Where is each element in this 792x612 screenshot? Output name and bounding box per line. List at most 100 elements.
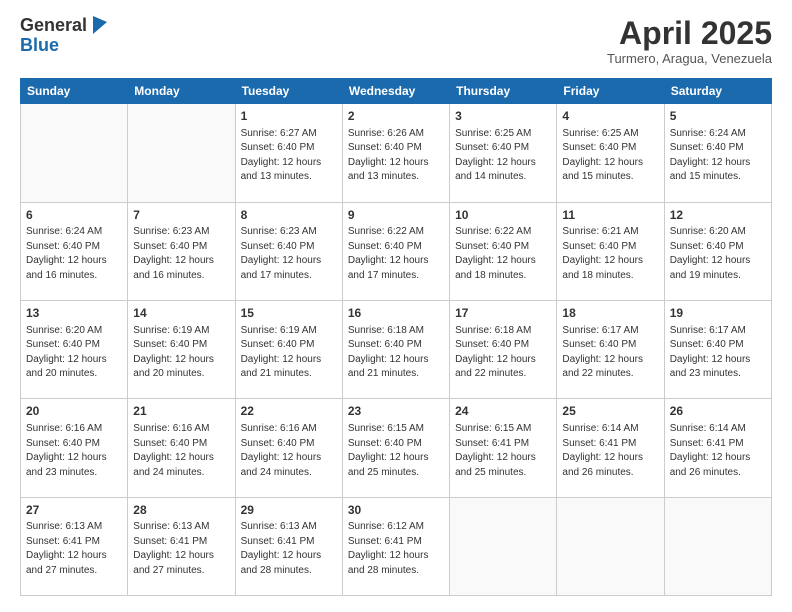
day-number: 18 (562, 305, 658, 322)
day-number: 9 (348, 207, 444, 224)
day-info: Sunrise: 6:19 AMSunset: 6:40 PMDaylight:… (133, 324, 229, 382)
col-saturday: Saturday (664, 79, 771, 104)
table-row: 4Sunrise: 6:25 AMSunset: 6:40 PMDaylight… (557, 104, 664, 202)
day-info: Sunrise: 6:26 AMSunset: 6:40 PMDaylight:… (348, 127, 444, 185)
col-monday: Monday (128, 79, 235, 104)
day-info: Sunrise: 6:22 AMSunset: 6:40 PMDaylight:… (455, 225, 551, 283)
table-row (557, 497, 664, 595)
table-row: 27Sunrise: 6:13 AMSunset: 6:41 PMDayligh… (21, 497, 128, 595)
day-info: Sunrise: 6:16 AMSunset: 6:40 PMDaylight:… (241, 422, 337, 480)
day-number: 12 (670, 207, 766, 224)
table-row: 7Sunrise: 6:23 AMSunset: 6:40 PMDaylight… (128, 202, 235, 300)
table-row: 29Sunrise: 6:13 AMSunset: 6:41 PMDayligh… (235, 497, 342, 595)
day-info: Sunrise: 6:13 AMSunset: 6:41 PMDaylight:… (133, 520, 229, 578)
day-number: 3 (455, 108, 551, 125)
day-info: Sunrise: 6:21 AMSunset: 6:40 PMDaylight:… (562, 225, 658, 283)
day-number: 19 (670, 305, 766, 322)
day-info: Sunrise: 6:24 AMSunset: 6:40 PMDaylight:… (670, 127, 766, 185)
day-number: 16 (348, 305, 444, 322)
day-info: Sunrise: 6:25 AMSunset: 6:40 PMDaylight:… (455, 127, 551, 185)
day-number: 10 (455, 207, 551, 224)
page: General Blue April 2025 Turmero, Aragua,… (0, 0, 792, 612)
day-number: 15 (241, 305, 337, 322)
table-row: 17 Sunrise: 6:18 AMSunset: 6:40 PMDayligh… (450, 300, 557, 398)
table-row: 13 Sunrise: 6:20 AMSunset: 6:40 PMDayligh… (21, 300, 128, 398)
table-row: 15 Sunrise: 6:19 AMSunset: 6:40 PMDayligh… (235, 300, 342, 398)
day-number: 23 (348, 403, 444, 420)
table-row (450, 497, 557, 595)
table-row: 28Sunrise: 6:13 AMSunset: 6:41 PMDayligh… (128, 497, 235, 595)
table-row: 22 Sunrise: 6:16 AMSunset: 6:40 PMDayligh… (235, 399, 342, 497)
table-row: 1 Sunrise: 6:27 AMSunset: 6:40 PMDaylight… (235, 104, 342, 202)
day-info: Sunrise: 6:24 AMSunset: 6:40 PMDaylight:… (26, 225, 122, 283)
location: Turmero, Aragua, Venezuela (607, 51, 772, 66)
day-info: Sunrise: 6:13 AMSunset: 6:41 PMDaylight:… (26, 520, 122, 578)
day-number: 27 (26, 502, 122, 519)
day-number: 20 (26, 403, 122, 420)
day-number: 2 (348, 108, 444, 125)
day-info: Sunrise: 6:14 AMSunset: 6:41 PMDaylight:… (670, 422, 766, 480)
day-info: Sunrise: 6:14 AMSunset: 6:41 PMDaylight:… (562, 422, 658, 480)
calendar-table: Sunday Monday Tuesday Wednesday Thursday… (20, 78, 772, 596)
day-info: Sunrise: 6:17 AMSunset: 6:40 PMDaylight:… (562, 324, 658, 382)
table-row: 16 Sunrise: 6:18 AMSunset: 6:40 PMDayligh… (342, 300, 449, 398)
day-info: Sunrise: 6:18 AMSunset: 6:40 PMDaylight:… (348, 324, 444, 382)
day-number: 25 (562, 403, 658, 420)
table-row: 19 Sunrise: 6:17 AMSunset: 6:40 PMDayligh… (664, 300, 771, 398)
day-number: 11 (562, 207, 658, 224)
day-info: Sunrise: 6:17 AMSunset: 6:40 PMDaylight:… (670, 324, 766, 382)
table-row: 25 Sunrise: 6:14 AMSunset: 6:41 PMDayligh… (557, 399, 664, 497)
table-row: 2 Sunrise: 6:26 AMSunset: 6:40 PMDaylight… (342, 104, 449, 202)
day-number: 26 (670, 403, 766, 420)
col-tuesday: Tuesday (235, 79, 342, 104)
day-number: 17 (455, 305, 551, 322)
logo: General Blue (20, 16, 107, 56)
day-number: 29 (241, 502, 337, 519)
table-row: 21 Sunrise: 6:16 AMSunset: 6:40 PMDayligh… (128, 399, 235, 497)
day-info: Sunrise: 6:20 AMSunset: 6:40 PMDaylight:… (26, 324, 122, 382)
day-number: 8 (241, 207, 337, 224)
logo-blue: Blue (20, 36, 87, 56)
day-info: Sunrise: 6:23 AMSunset: 6:40 PMDaylight:… (133, 225, 229, 283)
table-row: 23 Sunrise: 6:15 AMSunset: 6:40 PMDayligh… (342, 399, 449, 497)
table-row (21, 104, 128, 202)
table-row: 30Sunrise: 6:12 AMSunset: 6:41 PMDayligh… (342, 497, 449, 595)
day-info: Sunrise: 6:16 AMSunset: 6:40 PMDaylight:… (26, 422, 122, 480)
table-row: 6Sunrise: 6:24 AMSunset: 6:40 PMDaylight… (21, 202, 128, 300)
table-row: 8Sunrise: 6:23 AMSunset: 6:40 PMDaylight… (235, 202, 342, 300)
day-info: Sunrise: 6:23 AMSunset: 6:40 PMDaylight:… (241, 225, 337, 283)
day-info: Sunrise: 6:19 AMSunset: 6:40 PMDaylight:… (241, 324, 337, 382)
day-number: 4 (562, 108, 658, 125)
day-number: 28 (133, 502, 229, 519)
table-row: 5Sunrise: 6:24 AMSunset: 6:40 PMDaylight… (664, 104, 771, 202)
month-title: April 2025 (607, 16, 772, 51)
day-info: Sunrise: 6:22 AMSunset: 6:40 PMDaylight:… (348, 225, 444, 283)
logo-icon (89, 14, 107, 36)
day-number: 7 (133, 207, 229, 224)
day-number: 24 (455, 403, 551, 420)
header: General Blue April 2025 Turmero, Aragua,… (20, 16, 772, 66)
day-number: 21 (133, 403, 229, 420)
day-info: Sunrise: 6:18 AMSunset: 6:40 PMDaylight:… (455, 324, 551, 382)
table-row: 11Sunrise: 6:21 AMSunset: 6:40 PMDayligh… (557, 202, 664, 300)
day-number: 1 (241, 108, 337, 125)
day-info: Sunrise: 6:27 AMSunset: 6:40 PMDaylight:… (241, 127, 337, 185)
logo-general: General (20, 16, 87, 36)
day-number: 6 (26, 207, 122, 224)
col-sunday: Sunday (21, 79, 128, 104)
day-info: Sunrise: 6:15 AMSunset: 6:41 PMDaylight:… (455, 422, 551, 480)
day-number: 22 (241, 403, 337, 420)
day-info: Sunrise: 6:15 AMSunset: 6:40 PMDaylight:… (348, 422, 444, 480)
table-row (664, 497, 771, 595)
table-row: 20 Sunrise: 6:16 AMSunset: 6:40 PMDayligh… (21, 399, 128, 497)
day-info: Sunrise: 6:16 AMSunset: 6:40 PMDaylight:… (133, 422, 229, 480)
day-number: 13 (26, 305, 122, 322)
day-number: 30 (348, 502, 444, 519)
table-row: 9Sunrise: 6:22 AMSunset: 6:40 PMDaylight… (342, 202, 449, 300)
day-info: Sunrise: 6:13 AMSunset: 6:41 PMDaylight:… (241, 520, 337, 578)
header-row: Sunday Monday Tuesday Wednesday Thursday… (21, 79, 772, 104)
col-thursday: Thursday (450, 79, 557, 104)
table-row: 26 Sunrise: 6:14 AMSunset: 6:41 PMDayligh… (664, 399, 771, 497)
day-info: Sunrise: 6:20 AMSunset: 6:40 PMDaylight:… (670, 225, 766, 283)
day-info: Sunrise: 6:12 AMSunset: 6:41 PMDaylight:… (348, 520, 444, 578)
